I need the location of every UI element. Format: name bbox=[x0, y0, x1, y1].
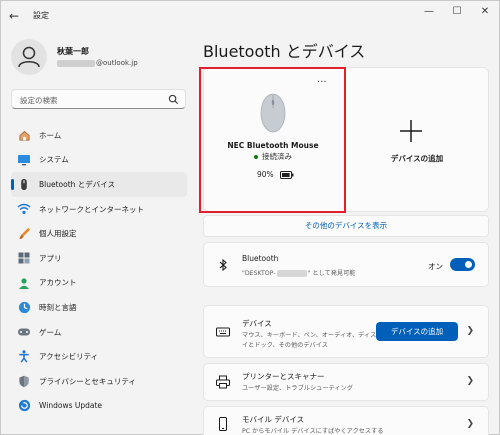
search-icon[interactable] bbox=[168, 94, 179, 105]
sidebar-item-label: アカウント bbox=[39, 278, 77, 288]
hostname-suffix: " として発見可能 bbox=[307, 270, 356, 277]
sidebar-item-account[interactable]: アカウント bbox=[11, 271, 187, 296]
hostname-prefix: "DESKTOP- bbox=[242, 270, 276, 277]
hostname-redaction bbox=[276, 269, 307, 277]
add-device-card-label[interactable]: デバイスの追加 bbox=[345, 153, 489, 164]
chevron-right-icon: ❯ bbox=[466, 326, 474, 336]
mobile-title: モバイル デバイス bbox=[242, 415, 305, 424]
sidebar-item-label: プライバシーとセキュリティ bbox=[39, 376, 136, 386]
sidebar-item-label: Windows Update bbox=[39, 401, 103, 411]
add-device-button[interactable]: デバイスの追加 bbox=[376, 322, 458, 341]
sidebar-item-network[interactable]: ネットワークとインターネット bbox=[11, 197, 187, 222]
bluetooth-subtitle: "DESKTOP- " として発見可能 bbox=[242, 268, 355, 277]
home-icon bbox=[17, 128, 31, 142]
accessibility-icon bbox=[17, 350, 31, 364]
printers-row[interactable]: プリンターとスキャナー ユーザー設定、トラブルシューティング ❯ bbox=[203, 363, 489, 401]
minimize-button[interactable]: — bbox=[421, 5, 437, 19]
printers-title: プリンターとスキャナー bbox=[242, 372, 325, 381]
maximize-button[interactable]: ☐ bbox=[449, 5, 465, 19]
bluetooth-toggle[interactable] bbox=[450, 258, 475, 271]
apps-icon bbox=[17, 251, 31, 265]
bluetooth-title: Bluetooth bbox=[242, 254, 279, 263]
close-button[interactable]: ✕ bbox=[477, 5, 493, 19]
search-input[interactable]: 設定の検索 bbox=[20, 95, 58, 106]
sidebar-item-privacy[interactable]: プライバシーとセキュリティ bbox=[11, 369, 187, 394]
sidebar-item-gaming[interactable]: ゲーム bbox=[11, 320, 187, 345]
profile-name: 秋葉一郎 bbox=[57, 47, 89, 56]
user-icon bbox=[18, 46, 40, 68]
windows-update-icon bbox=[17, 399, 31, 413]
email-suffix: @outlook.jp bbox=[96, 59, 138, 67]
printer-icon bbox=[216, 375, 230, 389]
back-arrow-icon[interactable]: ← bbox=[9, 9, 23, 23]
bluetooth-icon bbox=[219, 258, 227, 272]
sidebar-item-label: システム bbox=[39, 155, 69, 165]
mobile-subtitle: PC からモバイル デバイスにすばやくアクセスする bbox=[242, 428, 384, 435]
sidebar-nav: ホーム システム Bluetooth とデバイス ネットワークとインターネット … bbox=[11, 123, 187, 418]
sidebar-item-home[interactable]: ホーム bbox=[11, 123, 187, 148]
sidebar-item-accessibility[interactable]: アクセシビリティ bbox=[11, 344, 187, 369]
window-title: 設定 bbox=[33, 11, 49, 20]
sidebar-item-bluetooth[interactable]: Bluetooth とデバイス bbox=[11, 172, 187, 197]
personalization-icon bbox=[17, 227, 31, 241]
sidebar-item-label: ネットワークとインターネット bbox=[39, 204, 144, 214]
sidebar-item-label: 時刻と言語 bbox=[39, 302, 77, 312]
sidebar-item-personalization[interactable]: 個人用設定 bbox=[11, 221, 187, 246]
title-bar: ← 設定 — ☐ ✕ bbox=[1, 1, 499, 31]
network-icon bbox=[17, 202, 31, 216]
email-redaction bbox=[57, 59, 95, 67]
system-icon bbox=[17, 153, 31, 167]
sidebar-item-label: 個人用設定 bbox=[39, 229, 77, 239]
sidebar-item-label: アクセシビリティ bbox=[39, 352, 99, 362]
devices-subtitle-line2: イとドック、その他のデバイス bbox=[242, 342, 328, 349]
chevron-right-icon: ❯ bbox=[466, 376, 474, 386]
bluetooth-row: Bluetooth "DESKTOP- " として発見可能 bbox=[203, 242, 489, 287]
settings-window: ← 設定 — ☐ ✕ 秋葉一郎 @outlook.jp 設定の検索 ホーム シス… bbox=[0, 0, 500, 435]
search-box[interactable]: 設定の検索 bbox=[11, 89, 186, 109]
printers-subtitle: ユーザー設定、トラブルシューティング bbox=[242, 385, 353, 392]
sidebar-item-windows-update[interactable]: Windows Update bbox=[11, 394, 187, 419]
chevron-right-icon: ❯ bbox=[466, 419, 474, 429]
sidebar-item-label: ホーム bbox=[39, 130, 62, 140]
account-icon bbox=[17, 276, 31, 290]
sidebar-item-apps[interactable]: アプリ bbox=[11, 246, 187, 271]
sidebar-item-label: Bluetooth とデバイス bbox=[39, 179, 116, 189]
keyboard-icon bbox=[216, 327, 230, 337]
devices-subtitle-line1: マウス、キーボード、ペン、オーディオ、ディスプレ bbox=[242, 332, 389, 339]
gaming-icon bbox=[17, 325, 31, 339]
sidebar-item-label: アプリ bbox=[39, 253, 62, 263]
sidebar-item-system[interactable]: システム bbox=[11, 148, 187, 173]
bluetooth-toggle-label: オン bbox=[428, 262, 443, 271]
profile-email: @outlook.jp bbox=[57, 59, 138, 67]
devices-title: デバイス bbox=[242, 319, 272, 328]
mobile-icon bbox=[219, 417, 227, 431]
avatar[interactable] bbox=[11, 39, 47, 75]
bluetooth-icon bbox=[17, 177, 31, 191]
mobile-devices-row[interactable]: モバイル デバイス PC からモバイル デバイスにすばやくアクセスする ❯ bbox=[203, 406, 489, 435]
privacy-icon bbox=[17, 374, 31, 388]
time-language-icon bbox=[17, 300, 31, 314]
page-title: Bluetooth とデバイス bbox=[203, 42, 366, 61]
highlight-frame bbox=[199, 67, 346, 213]
sidebar-item-time-language[interactable]: 時刻と言語 bbox=[11, 295, 187, 320]
sidebar-item-label: ゲーム bbox=[39, 327, 62, 337]
show-more-devices-link[interactable]: その他のデバイスを表示 bbox=[203, 215, 489, 237]
add-icon[interactable] bbox=[399, 119, 423, 143]
